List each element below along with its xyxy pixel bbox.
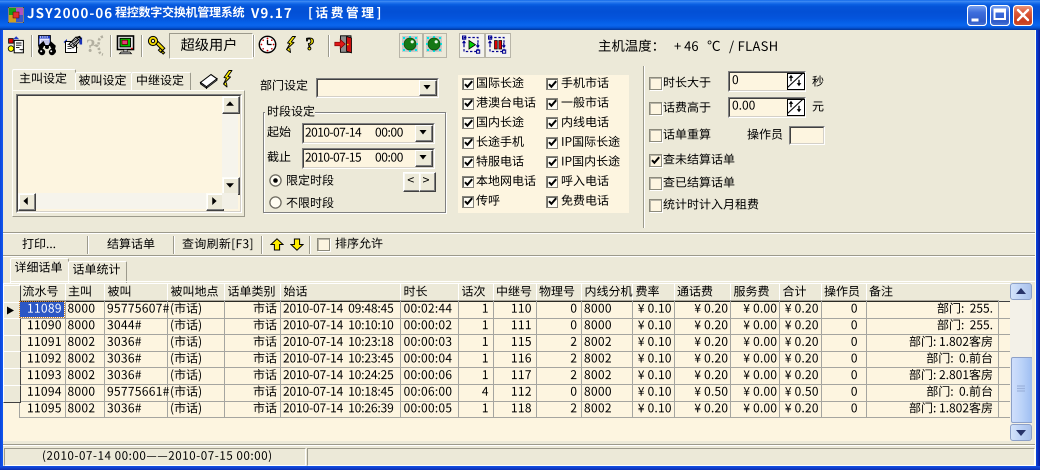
svg-text:?: ? xyxy=(86,36,96,57)
svg-text:?: ? xyxy=(306,35,315,53)
